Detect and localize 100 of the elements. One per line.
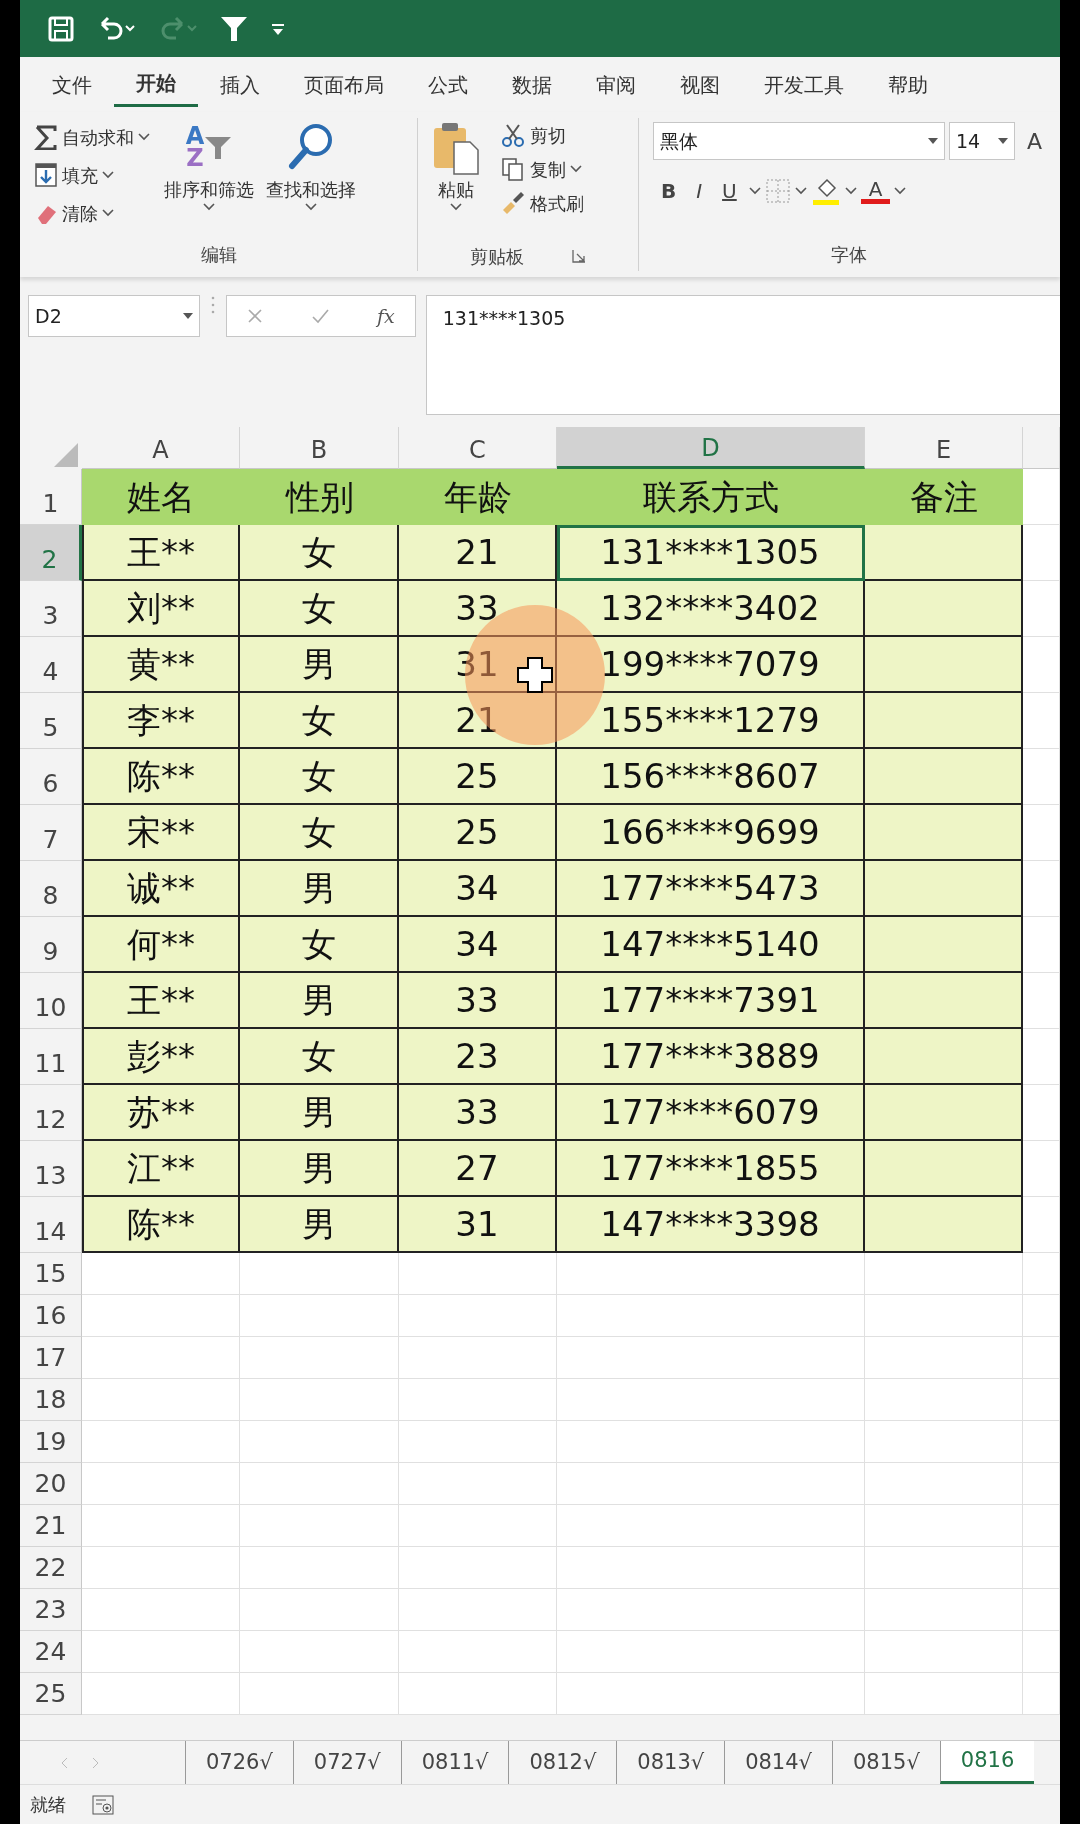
- table-cell: 陈**: [82, 1197, 240, 1253]
- autosum-button[interactable]: 自动求和: [30, 118, 154, 156]
- table-cell: 177****1855: [557, 1141, 865, 1197]
- ribbon-tab[interactable]: 数据: [490, 63, 574, 106]
- funnel-icon: [204, 134, 233, 162]
- ribbon-tab[interactable]: 开发工具: [742, 63, 866, 106]
- ribbon-tab[interactable]: 开始: [114, 62, 198, 107]
- dropdown-icon: [927, 138, 938, 144]
- italic-button[interactable]: I: [688, 176, 711, 206]
- table-cell: 33: [399, 581, 557, 637]
- table-cell: 166****9699: [557, 805, 865, 861]
- sheet-tab[interactable]: 0816: [939, 1741, 1035, 1784]
- sheet-tab[interactable]: 0727√: [292, 1741, 401, 1784]
- dialog-launcher-icon[interactable]: [572, 249, 586, 263]
- table-cell: [1023, 917, 1060, 973]
- font-name-dropdown[interactable]: 黑体: [652, 122, 945, 160]
- table-cell: 23: [399, 1029, 557, 1085]
- cursor-icon: [516, 656, 554, 694]
- paste-button[interactable]: 粘贴: [428, 118, 485, 241]
- ribbon-tab[interactable]: 审阅: [574, 63, 658, 106]
- table-cell: 女: [240, 525, 399, 581]
- table-cell: [1023, 1631, 1060, 1673]
- fill-color-icon[interactable]: [810, 176, 841, 206]
- table-cell: [1023, 637, 1060, 693]
- table-header-cell: 备注: [865, 469, 1023, 525]
- scroll-left-icon[interactable]: [60, 1756, 68, 1769]
- table-cell: [1023, 1141, 1060, 1197]
- scroll-right-icon[interactable]: [92, 1756, 100, 1769]
- column-header[interactable]: B: [240, 427, 399, 469]
- underline-button[interactable]: U: [714, 176, 745, 206]
- table-cell: [1023, 1379, 1060, 1421]
- format-painter-button[interactable]: 格式刷: [496, 186, 589, 220]
- table-cell: 彭**: [82, 1029, 240, 1085]
- table-cell: [1023, 1337, 1060, 1379]
- sheet-tab[interactable]: 0726√: [185, 1741, 293, 1784]
- sort-filter-button[interactable]: A Z 排序和筛选: [162, 118, 256, 241]
- caret-icon: [894, 187, 907, 195]
- table-cell: [1023, 1295, 1060, 1337]
- sheet-tab[interactable]: 0814√: [724, 1741, 832, 1784]
- formula-input[interactable]: 131****1305: [425, 295, 1060, 415]
- sheet-tab[interactable]: 0811√: [400, 1741, 509, 1784]
- table-cell: 177****6079: [557, 1085, 865, 1141]
- caret-icon: [794, 187, 807, 195]
- sheet-tab[interactable]: 0815√: [831, 1741, 940, 1784]
- caret-icon: [305, 203, 317, 211]
- table-cell: 女: [240, 693, 399, 749]
- column-header[interactable]: [1023, 427, 1060, 469]
- ribbon-tab[interactable]: 视图: [658, 63, 742, 106]
- copy-button[interactable]: 复制: [496, 152, 589, 186]
- table-cell: 女: [240, 581, 399, 637]
- caret-icon: [748, 187, 761, 195]
- ribbon-tab[interactable]: 公式: [406, 63, 490, 106]
- font-size-dropdown[interactable]: 14: [948, 122, 1015, 160]
- find-select-button[interactable]: 查找和选择: [264, 118, 358, 241]
- clear-button[interactable]: 清除: [30, 194, 154, 232]
- bold-button[interactable]: B: [652, 176, 685, 206]
- filter-icon[interactable]: [220, 14, 248, 43]
- table-cell: [1023, 1589, 1060, 1631]
- column-header[interactable]: E: [865, 427, 1023, 469]
- insert-function-button[interactable]: fx: [377, 301, 395, 331]
- row-header[interactable]: 2: [20, 525, 82, 581]
- ribbon-tab[interactable]: 文件: [30, 63, 114, 106]
- table-cell: 177****3889: [557, 1029, 865, 1085]
- save-icon[interactable]: [48, 15, 74, 42]
- table-cell: 132****3402: [557, 581, 865, 637]
- close-icon[interactable]: [247, 308, 263, 324]
- ribbon-tab[interactable]: 帮助: [866, 63, 950, 106]
- table-cell: 黄**: [82, 637, 240, 693]
- ribbon-tab[interactable]: 插入: [198, 63, 282, 106]
- table-cell: 女: [240, 749, 399, 805]
- table-cell: 34: [399, 861, 557, 917]
- name-box[interactable]: D2: [28, 295, 200, 337]
- check-icon[interactable]: [311, 308, 329, 324]
- table-cell: [1023, 1085, 1060, 1141]
- ribbon-tab[interactable]: 页面布局: [282, 63, 406, 106]
- sheet-tab[interactable]: 0812√: [508, 1741, 617, 1784]
- table-cell: 25: [399, 805, 557, 861]
- table-cell: 女: [240, 917, 399, 973]
- increase-font-button[interactable]: A: [1018, 124, 1050, 158]
- table-cell: [1023, 973, 1060, 1029]
- table-cell: [1023, 805, 1060, 861]
- table-cell: 何**: [82, 917, 240, 973]
- dropdown-icon: [183, 313, 193, 319]
- border-icon[interactable]: [764, 178, 791, 204]
- table-header-cell: 联系方式: [557, 469, 865, 525]
- column-header[interactable]: C: [399, 427, 557, 469]
- column-header[interactable]: D: [557, 427, 865, 469]
- cut-button[interactable]: 剪切: [496, 118, 589, 152]
- macro-record-icon[interactable]: [92, 1794, 114, 1815]
- fill-button[interactable]: 填充: [30, 156, 154, 194]
- table-cell: 177****7391: [557, 973, 865, 1029]
- table-header-cell: 性别: [240, 469, 399, 525]
- sheet-tab[interactable]: 0813√: [616, 1741, 725, 1784]
- group-label: 字体: [831, 244, 868, 265]
- table-cell: 131****1305: [557, 525, 865, 581]
- table-cell: [1023, 1253, 1060, 1295]
- table-cell: 147****5140: [557, 917, 865, 973]
- column-header[interactable]: A: [82, 427, 240, 469]
- font-color-button[interactable]: A: [860, 178, 891, 204]
- table-cell: 33: [399, 973, 557, 1029]
